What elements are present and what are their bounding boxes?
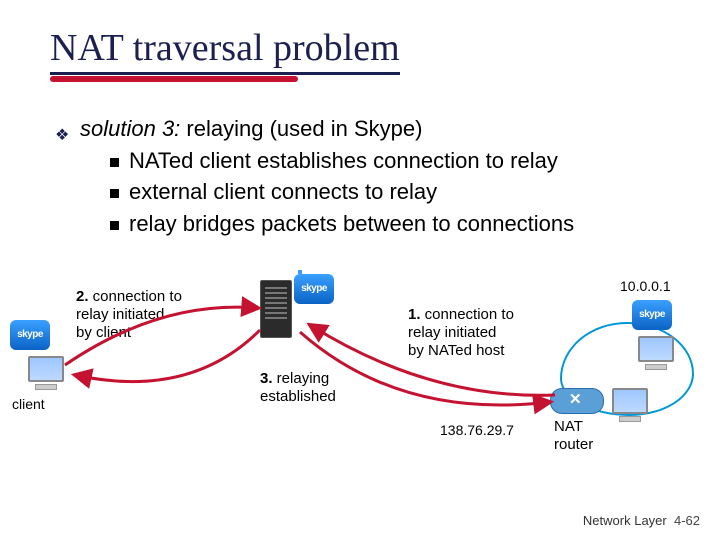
footer-page: 4-62 — [674, 513, 700, 528]
sub-bullet-1-text: NATed client establishes connection to r… — [129, 148, 558, 173]
diagram-area: skype client skype skype 2. connection t… — [10, 270, 710, 510]
nat-router-label: NAT router — [554, 418, 593, 454]
body-text: solution 3: relaying (used in Skype) NAT… — [50, 115, 670, 241]
client-label: client — [12, 396, 45, 413]
sub-bullet-1: NATed client establishes connection to r… — [110, 147, 670, 175]
footer-section: Network Layer — [583, 513, 667, 528]
ip-lan-label: 10.0.0.1 — [620, 278, 671, 295]
bullet-lead: solution 3: relaying (used in Skype) — [80, 115, 670, 143]
step-1-label: 1. connection to relay initiated by NATe… — [408, 306, 548, 360]
title-marker-underline — [50, 76, 298, 82]
step-3-num: 3. — [260, 370, 273, 387]
step-1-num: 1. — [408, 306, 421, 323]
skype-icon: skype — [632, 300, 672, 330]
nated-host-pc-icon — [638, 336, 674, 366]
slide-footer: Network Layer 4-62 — [583, 513, 700, 528]
skype-icon: skype — [294, 274, 334, 304]
square-bullet-icon — [110, 189, 119, 198]
nat-router-icon — [550, 388, 604, 414]
square-bullet-icon — [110, 158, 119, 167]
step-3-label: 3. relaying established — [260, 370, 380, 406]
sub-bullet-2-text: external client connects to relay — [129, 179, 437, 204]
ip-wan-label: 138.76.29.7 — [440, 422, 514, 439]
relay-server-icon — [260, 280, 292, 338]
client-pc-icon — [28, 356, 64, 386]
sub-bullet-3: relay bridges packets between to connect… — [110, 210, 670, 238]
square-bullet-icon — [110, 221, 119, 230]
sub-bullet-2: external client connects to relay — [110, 178, 670, 206]
sub-bullet-3-text: relay bridges packets between to connect… — [129, 211, 574, 236]
step-2-num: 2. — [76, 288, 89, 305]
slide-title: NAT traversal problem — [50, 26, 400, 75]
step-2-text: connection to relay initiated by client — [76, 288, 182, 341]
skype-icon: skype — [10, 320, 50, 350]
bullet-lead-rest: relaying (used in Skype) — [180, 116, 422, 141]
bullet-lead-italic: solution 3: — [80, 116, 180, 141]
lan-pc-icon — [612, 388, 648, 418]
slide: NAT traversal problem ❖ solution 3: rela… — [0, 0, 720, 540]
step-1-text: connection to relay initiated by NATed h… — [408, 306, 514, 359]
step-2-label: 2. connection to relay initiated by clie… — [76, 288, 216, 342]
